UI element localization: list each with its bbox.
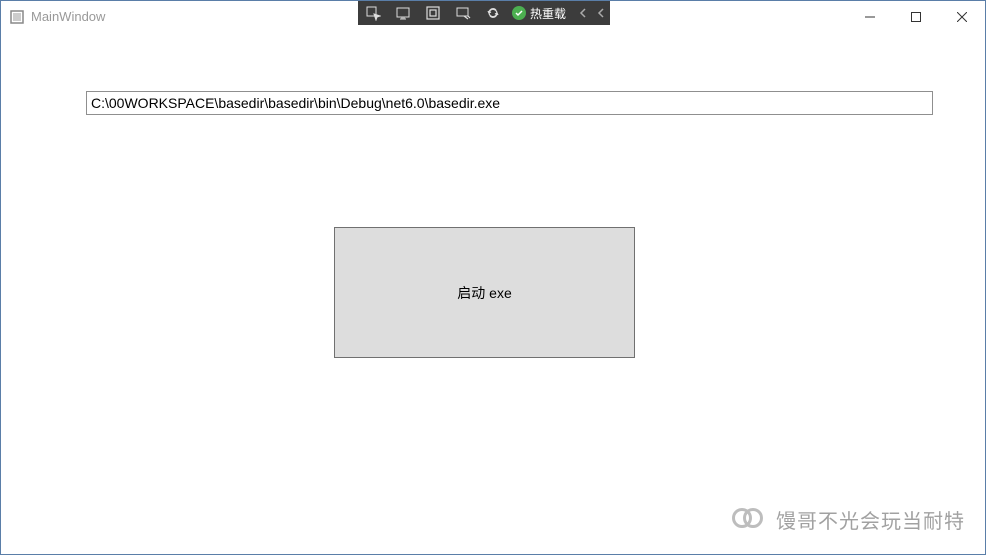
chevron-left-icon[interactable]: [574, 1, 592, 25]
hot-reload-label: 热重载: [530, 5, 566, 22]
maximize-button[interactable]: [893, 1, 939, 32]
check-circle-icon: [512, 6, 526, 20]
app-icon: [9, 9, 25, 25]
vs-tool-select-element-icon[interactable]: [358, 1, 388, 25]
wechat-icon: [732, 502, 766, 536]
window-controls: [847, 1, 985, 32]
minimize-button[interactable]: [847, 1, 893, 32]
client-area: 启动 exe 馒哥不光会玩当耐特: [1, 32, 985, 554]
launch-button[interactable]: 启动 exe: [334, 227, 635, 358]
vs-debug-toolbar: 热重载: [358, 1, 610, 25]
vs-tool-track-focus-icon[interactable]: [418, 1, 448, 25]
vs-hot-reload-button[interactable]: 热重载: [508, 1, 574, 25]
vs-tool-display-layout-icon[interactable]: [388, 1, 418, 25]
watermark-text: 馒哥不光会玩当耐特: [776, 505, 965, 534]
window-title: MainWindow: [31, 9, 105, 24]
close-button[interactable]: [939, 1, 985, 32]
vs-tool-refresh-icon[interactable]: [478, 1, 508, 25]
launch-button-label: 启动 exe: [457, 283, 511, 303]
vs-tool-tree-icon[interactable]: [448, 1, 478, 25]
chevron-left-icon[interactable]: [592, 1, 610, 25]
watermark: 馒哥不光会玩当耐特: [732, 502, 965, 536]
path-input[interactable]: [86, 91, 933, 115]
titlebar: MainWindow: [1, 1, 985, 32]
